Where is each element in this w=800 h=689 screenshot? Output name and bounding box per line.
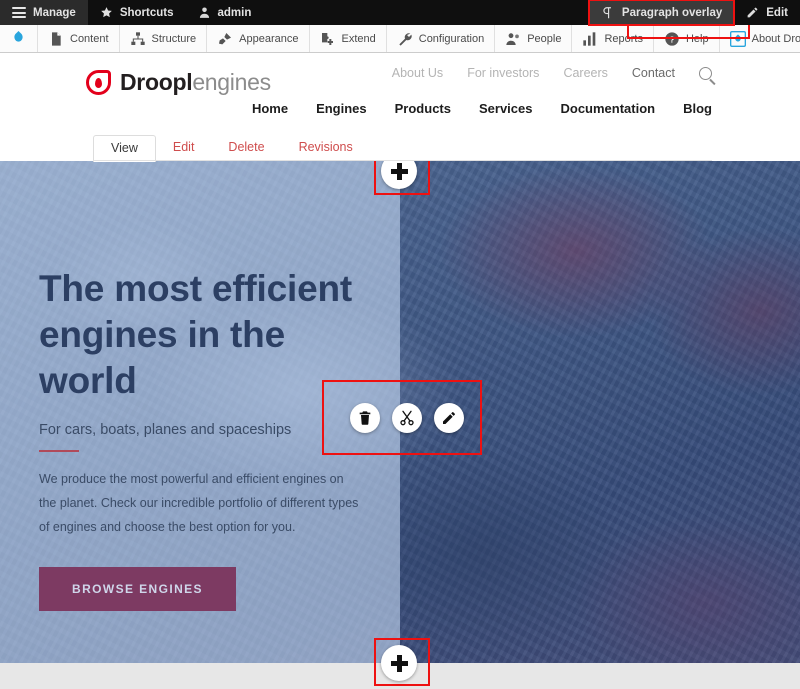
droopler-logo-icon xyxy=(86,70,111,95)
toolbar-edit-label: Edit xyxy=(766,7,788,19)
sitemap-icon xyxy=(130,31,146,47)
hamburger-icon xyxy=(12,5,26,21)
nav-item-home[interactable]: Home xyxy=(252,101,288,116)
toolbar-shortcuts-label: Shortcuts xyxy=(120,7,174,19)
toolbar-spacer xyxy=(263,0,589,25)
scissors-icon xyxy=(399,410,415,426)
admin-menu-item-structure[interactable]: Structure xyxy=(120,25,208,52)
admin-menu-item-configuration[interactable]: Configuration xyxy=(387,25,495,52)
delete-paragraph-button[interactable] xyxy=(350,403,380,433)
tab-edit[interactable]: Edit xyxy=(156,135,212,161)
toolbar-user-button[interactable]: admin xyxy=(186,0,264,25)
bar-chart-icon xyxy=(582,31,598,47)
admin-menu-label: Extend xyxy=(342,33,376,45)
paragraph-overlay-button[interactable]: Paragraph overlay xyxy=(589,0,734,25)
plus-icon xyxy=(391,655,408,672)
site-logo[interactable]: Drooplengines xyxy=(86,69,271,96)
toolbar-manage-button[interactable]: Manage xyxy=(0,0,88,25)
pencil-icon xyxy=(441,410,457,426)
nav-item-documentation[interactable]: Documentation xyxy=(560,101,655,116)
local-task-tabs-list: View Edit Delete Revisions xyxy=(93,130,370,161)
toolbar-right-group: Paragraph overlay Edit xyxy=(589,0,800,25)
search-icon[interactable] xyxy=(699,67,712,80)
user-icon xyxy=(198,6,211,19)
document-icon xyxy=(48,31,64,47)
paintbrush-icon xyxy=(217,31,233,47)
drupal-admin-menu: Content Structure Appearance Extend Conf… xyxy=(0,25,800,53)
site-logo-bold: Droopl xyxy=(120,69,192,95)
add-paragraph-below-button[interactable] xyxy=(381,645,417,681)
tab-revisions[interactable]: Revisions xyxy=(282,135,370,161)
local-task-tabs: View Edit Delete Revisions xyxy=(0,130,800,161)
site-logo-light: engines xyxy=(192,69,270,95)
main-navigation: Home Engines Products Services Documenta… xyxy=(252,101,712,116)
drupal-admin-toolbar: Manage Shortcuts admin Paragraph overlay… xyxy=(0,0,800,25)
pencil-icon xyxy=(746,6,759,19)
toolbar-user-label: admin xyxy=(218,7,252,19)
nav-item-blog[interactable]: Blog xyxy=(683,101,712,116)
admin-menu-home[interactable] xyxy=(0,25,38,52)
hero-content: The most efficient engines in the world … xyxy=(39,266,369,611)
admin-menu-label: Configuration xyxy=(419,33,484,45)
plus-icon xyxy=(391,163,408,180)
trash-icon xyxy=(357,410,373,426)
nav-item-engines[interactable]: Engines xyxy=(316,101,367,116)
site-logo-text: Drooplengines xyxy=(120,69,271,96)
wrench-icon xyxy=(397,31,413,47)
admin-menu-label: Structure xyxy=(152,33,197,45)
overlay-highlight-connector-right xyxy=(748,25,750,39)
add-paragraph-below-circle[interactable] xyxy=(381,645,417,681)
paragraph-overlay-icon xyxy=(601,6,615,20)
tab-delete[interactable]: Delete xyxy=(211,135,281,161)
edit-paragraph-button[interactable] xyxy=(434,403,464,433)
admin-menu-item-people[interactable]: People xyxy=(495,25,572,52)
admin-menu-item-content[interactable]: Content xyxy=(38,25,120,52)
tabs-divider xyxy=(93,160,712,161)
admin-menu-item-extend[interactable]: Extend xyxy=(310,25,387,52)
admin-menu-label: Appearance xyxy=(239,33,298,45)
star-icon xyxy=(100,6,113,19)
admin-menu-label: Content xyxy=(70,33,109,45)
toolbar-shortcuts-button[interactable]: Shortcuts xyxy=(88,0,186,25)
hero-body-text: We produce the most powerful and efficie… xyxy=(39,467,361,540)
nav-item-products[interactable]: Products xyxy=(395,101,451,116)
admin-menu-label: People xyxy=(527,33,561,45)
paragraph-overlay-label: Paragraph overlay xyxy=(622,7,722,19)
hero-divider xyxy=(39,450,79,452)
utility-nav-item-contact[interactable]: Contact xyxy=(632,66,675,80)
nav-item-services[interactable]: Services xyxy=(479,101,533,116)
hero-subheading: For cars, boats, planes and spaceships xyxy=(39,422,369,438)
admin-menu-item-appearance[interactable]: Appearance xyxy=(207,25,309,52)
browse-engines-button[interactable]: BROWSE ENGINES xyxy=(39,567,236,611)
paragraph-actions-toolbar xyxy=(350,403,464,433)
drupal-drop-icon xyxy=(11,30,26,48)
site-header: Drooplengines About Us For investors Car… xyxy=(0,53,800,130)
hero-heading: The most efficient engines in the world xyxy=(39,266,369,404)
utility-nav: About Us For investors Careers Contact xyxy=(392,66,712,80)
puzzle-plus-icon xyxy=(320,31,336,47)
utility-nav-item-for-investors[interactable]: For investors xyxy=(467,66,539,80)
overlay-highlight-connector-horizontal xyxy=(627,37,750,39)
utility-nav-item-about-us[interactable]: About Us xyxy=(392,66,443,80)
admin-menu-label: About Droopler xyxy=(752,33,800,45)
cut-paragraph-button[interactable] xyxy=(392,403,422,433)
tab-view[interactable]: View xyxy=(93,135,156,162)
people-icon xyxy=(505,31,521,47)
toolbar-manage-label: Manage xyxy=(33,7,76,19)
toolbar-edit-button[interactable]: Edit xyxy=(734,0,800,25)
utility-nav-item-careers[interactable]: Careers xyxy=(563,66,607,80)
